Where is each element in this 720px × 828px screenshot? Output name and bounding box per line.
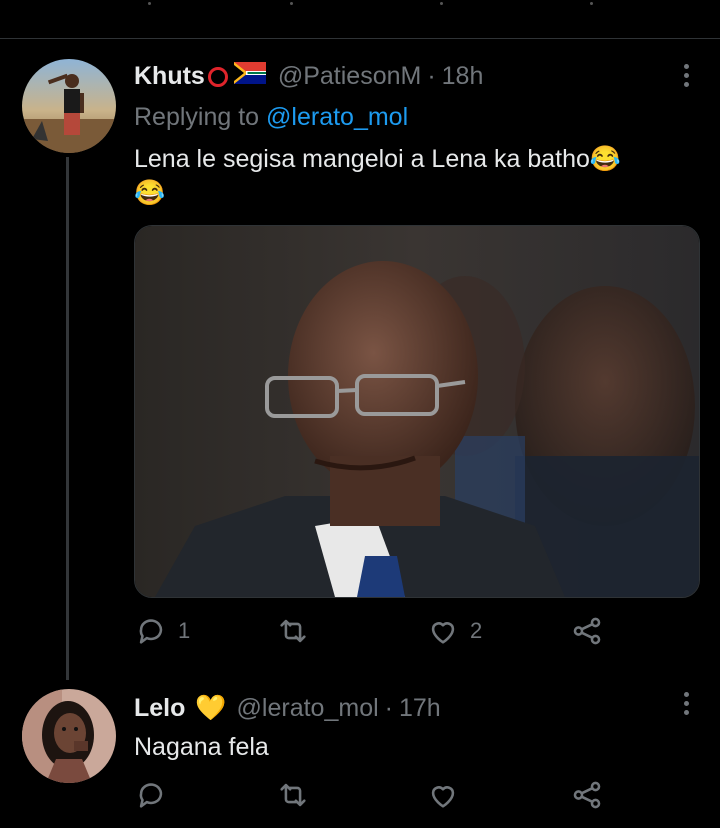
tweet-actions <box>134 778 614 814</box>
reply-button[interactable] <box>134 778 178 812</box>
tweet-text-line: Nagana fela <box>134 733 269 761</box>
tweet-header: Khuts @PatiesonM · 18h <box>134 62 483 91</box>
like-count: 2 <box>470 618 483 643</box>
tweet-header: Lelo 💛 @lerato_mol · 17h <box>134 694 441 723</box>
thread-line <box>66 157 69 680</box>
reply-icon <box>139 619 163 644</box>
circle-emoji-icon <box>207 66 228 87</box>
south-africa-flag-icon <box>233 62 266 91</box>
heart-icon <box>431 622 455 644</box>
person-avatar-icon <box>22 59 116 153</box>
share-button[interactable] <box>570 778 604 812</box>
tweet-lelo[interactable]: Lelo 💛 @lerato_mol · 17h Nagana fela <box>0 680 720 828</box>
retweet-icon <box>280 619 306 643</box>
separator: · <box>384 694 393 722</box>
timestamp[interactable]: 18h <box>442 62 484 91</box>
more-options-icon[interactable] <box>682 692 690 718</box>
replying-to-label: Replying to <box>134 103 267 131</box>
share-icon <box>573 781 601 809</box>
handle[interactable]: @lerato_mol <box>237 694 379 723</box>
share-button[interactable] <box>570 614 604 648</box>
photo-man-with-glasses-icon <box>135 226 699 597</box>
tweet-text: Lena le segisa mangeloi a Lena ka batho😂… <box>134 142 694 210</box>
like-button[interactable]: 2 <box>426 614 482 648</box>
tweet-media-image[interactable] <box>134 225 700 598</box>
tweet-actions: 1 2 <box>134 614 614 650</box>
person-avatar-icon <box>22 689 116 783</box>
replying-to-mention[interactable]: @lerato_mol <box>266 103 408 131</box>
tweet-text-line: Lena le segisa mangeloi a Lena ka batho😂 <box>134 145 622 173</box>
reply-count: 1 <box>178 618 191 643</box>
retweet-icon <box>280 783 306 807</box>
display-name[interactable]: Lelo <box>134 694 185 723</box>
tweet-khuts[interactable]: Khuts @PatiesonM · 18h Replying to @lera… <box>0 0 720 680</box>
handle[interactable]: @PatiesonM <box>278 62 422 91</box>
replying-to: Replying to @lerato_mol <box>134 103 408 132</box>
reply-icon <box>139 783 163 808</box>
separator: · <box>427 62 436 90</box>
retweet-button[interactable] <box>276 778 320 812</box>
tweet-text-line-2: 😂 <box>134 179 166 207</box>
avatar[interactable] <box>22 689 116 783</box>
tweet-text: Nagana fela <box>134 730 694 764</box>
avatar[interactable] <box>22 59 116 153</box>
share-icon <box>573 617 601 645</box>
more-options-icon[interactable] <box>682 64 690 90</box>
display-name[interactable]: Khuts <box>134 62 205 91</box>
heart-icon <box>431 786 455 808</box>
retweet-button[interactable] <box>276 614 320 648</box>
timestamp[interactable]: 17h <box>399 694 441 723</box>
reply-button[interactable]: 1 <box>134 614 190 648</box>
like-button[interactable] <box>426 778 470 812</box>
yellow-heart-emoji: 💛 <box>195 694 227 722</box>
